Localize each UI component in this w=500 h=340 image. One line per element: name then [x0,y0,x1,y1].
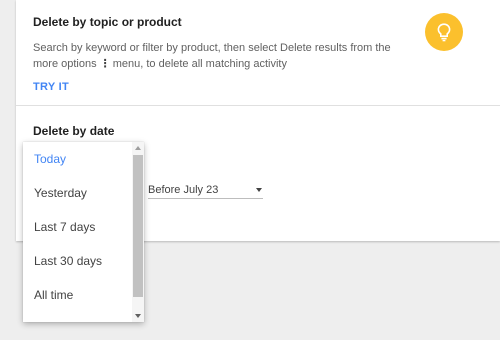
date-select-value: Before July 23 [148,184,219,196]
date-range-select[interactable]: Before July 23 [148,181,263,199]
chevron-down-icon [256,188,262,192]
dropdown-option-last-30-days[interactable]: Last 30 days [34,254,102,268]
try-it-link[interactable]: TRY IT [33,81,69,93]
scroll-down-arrow-icon[interactable] [135,314,141,318]
dropdown-option-last-7-days[interactable]: Last 7 days [34,220,95,234]
topic-section-description: Search by keyword or filter by product, … [33,40,403,72]
scroll-up-arrow-icon[interactable] [135,146,141,150]
topic-section-title: Delete by topic or product [33,15,182,29]
more-options-icon: ⋮ [99,58,111,70]
lightbulb-badge [425,13,463,51]
dropdown-option-today[interactable]: Today [34,152,66,166]
delete-by-topic-section: Delete by topic or product Search by key… [16,0,500,106]
dropdown-option-yesterday[interactable]: Yesterday [34,186,87,200]
date-range-dropdown[interactable]: Today Yesterday Last 7 days Last 30 days… [23,142,144,322]
topic-description-text-end: menu, to delete all matching activity [112,58,287,70]
dropdown-scrollbar[interactable] [132,142,144,322]
lightbulb-icon [437,23,451,42]
dropdown-option-all-time[interactable]: All time [34,288,73,302]
scrollbar-thumb[interactable] [133,155,143,297]
delete-by-date-title: Delete by date [33,124,115,138]
